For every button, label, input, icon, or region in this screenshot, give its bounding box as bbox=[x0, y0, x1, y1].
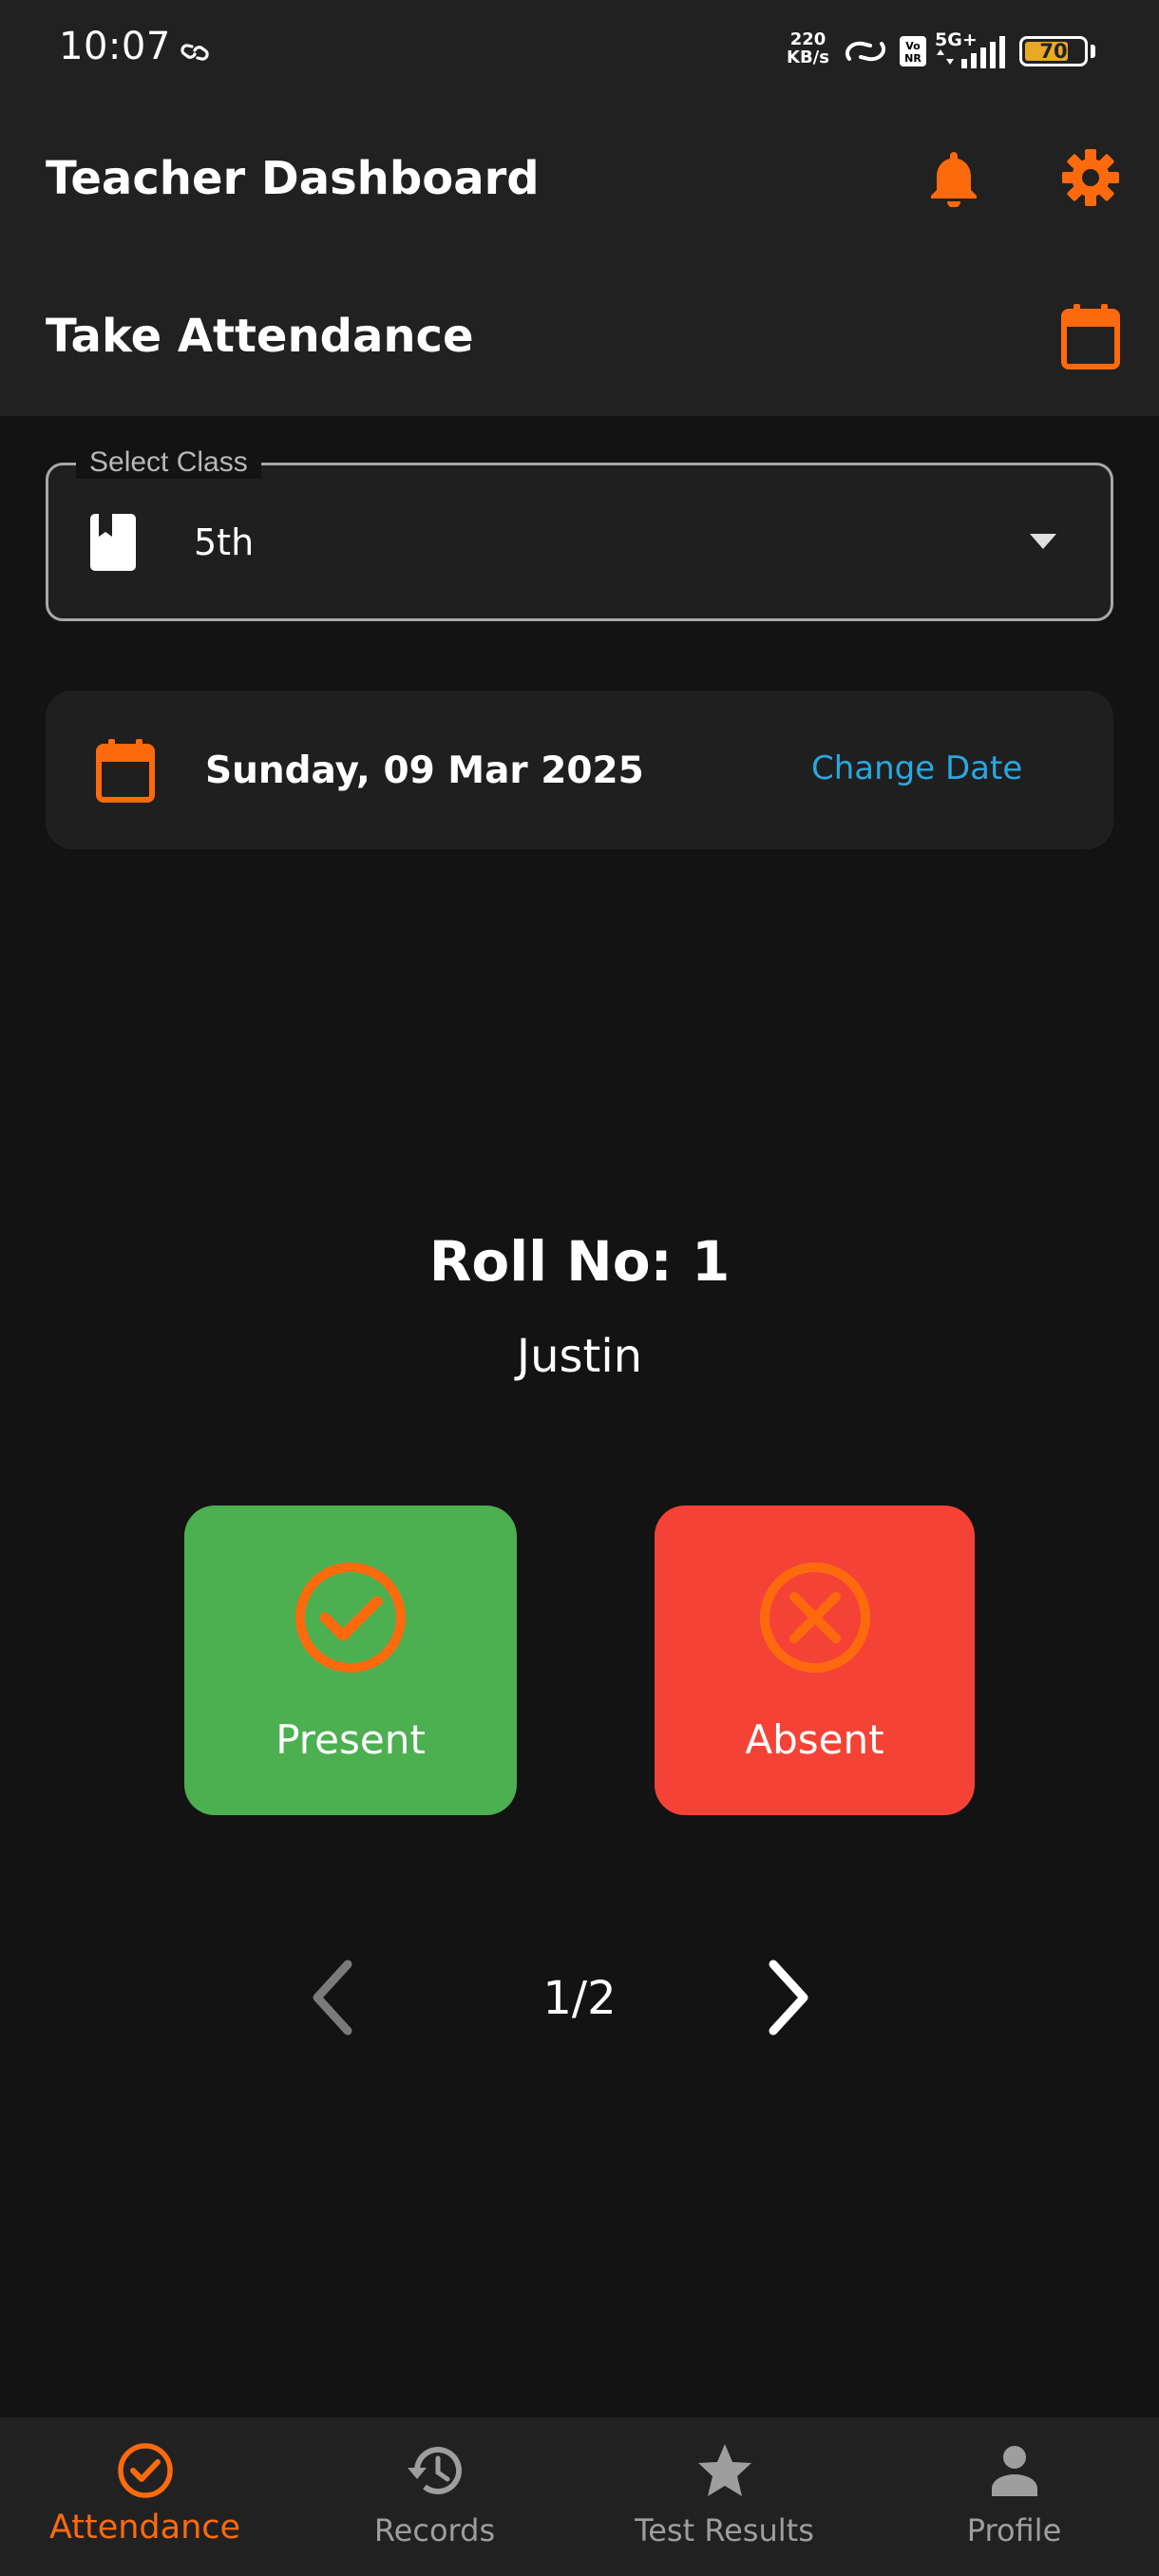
nav-label: Attendance bbox=[48, 2509, 241, 2547]
status-time: 10:07 bbox=[59, 25, 171, 68]
selected-date: Sunday, 09 Mar 2025 bbox=[205, 749, 644, 792]
nav-label: Test Results bbox=[635, 2512, 814, 2548]
cancel-circle-icon bbox=[759, 1563, 870, 1673]
svg-text:NR: NR bbox=[904, 52, 922, 65]
network-speed: 220 KB/s bbox=[787, 30, 829, 66]
nav-item-profile[interactable]: Profile bbox=[869, 2417, 1159, 2576]
calendar-icon[interactable] bbox=[1060, 302, 1121, 370]
battery-icon: 70 bbox=[1019, 36, 1088, 66]
calendar-icon bbox=[96, 739, 155, 803]
nav-label: Records bbox=[373, 2512, 496, 2548]
person-icon bbox=[991, 2446, 1037, 2496]
page-indicator: 1/2 bbox=[542, 1972, 617, 2025]
bell-icon[interactable] bbox=[927, 148, 980, 207]
book-icon bbox=[90, 514, 136, 571]
star-icon bbox=[697, 2444, 751, 2496]
present-label: Present bbox=[276, 1716, 426, 1763]
nav-label: Profile bbox=[966, 2512, 1062, 2548]
absent-button[interactable]: Absent bbox=[655, 1506, 975, 1815]
absent-label: Absent bbox=[745, 1716, 884, 1763]
network-speed-value: 220 bbox=[789, 29, 826, 49]
gear-icon[interactable] bbox=[1060, 147, 1121, 208]
signal-icon bbox=[961, 36, 1005, 68]
battery-nub bbox=[1091, 45, 1095, 58]
bottom-nav: Attendance Records Test Results Profile bbox=[0, 2417, 1159, 2576]
class-select-value: 5th bbox=[194, 521, 255, 563]
check-circle-icon bbox=[117, 2443, 173, 2498]
nav-item-records[interactable]: Records bbox=[290, 2417, 580, 2576]
nav-item-attendance[interactable]: Attendance bbox=[0, 2417, 290, 2576]
roll-number: Roll No: 1 bbox=[428, 1229, 731, 1294]
volte-icon: Vo NR bbox=[900, 36, 926, 66]
svg-text:Vo: Vo bbox=[905, 40, 921, 52]
network-speed-unit: KB/s bbox=[787, 47, 829, 67]
check-circle-icon bbox=[295, 1563, 406, 1673]
chevron-down-icon[interactable] bbox=[1028, 532, 1058, 551]
page-title: Teacher Dashboard bbox=[46, 152, 540, 205]
section-title: Take Attendance bbox=[46, 310, 474, 363]
class-select-label: Select Class bbox=[76, 446, 261, 479]
change-date-button[interactable]: Change Date bbox=[811, 749, 1022, 787]
history-icon bbox=[407, 2447, 462, 2495]
battery-level: 70 bbox=[1039, 40, 1068, 63]
present-button[interactable]: Present bbox=[184, 1506, 517, 1815]
nav-item-test-results[interactable]: Test Results bbox=[580, 2417, 869, 2576]
link-icon bbox=[180, 44, 209, 61]
app-bar: 10:07 220 KB/s Vo NR 5G+ 70 Teacher Dash… bbox=[0, 0, 1159, 416]
chevron-right-icon[interactable] bbox=[760, 1955, 817, 2040]
student-name: Justin bbox=[516, 1330, 643, 1383]
data-arrows-icon bbox=[937, 49, 954, 65]
hotspot-icon bbox=[845, 41, 886, 62]
